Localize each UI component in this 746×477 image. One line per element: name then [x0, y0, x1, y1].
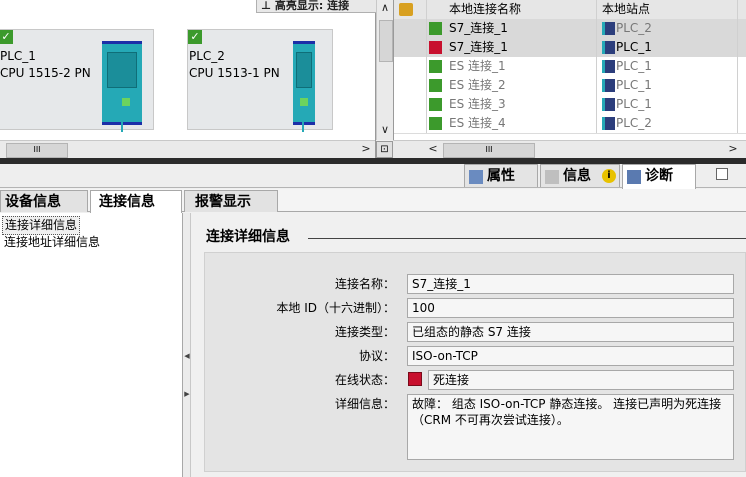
status-column-header[interactable] — [394, 0, 427, 19]
tab-label: 属性 — [487, 168, 515, 184]
connection-table: 本地连接名称 本地站点 S7_连接_1 PLC_2 S7_连接_1 PLC_1 ES 连… — [393, 0, 746, 158]
row-status-cell — [394, 19, 427, 38]
protocol-field: ISO-on-TCP — [407, 346, 734, 366]
scroll-thumb[interactable]: III — [6, 143, 68, 158]
device-name: PLC_2 — [189, 49, 225, 63]
field-label-protocol: 协议： — [358, 349, 395, 363]
online-status-field: 死连接 — [428, 370, 734, 390]
device-cpu: CPU 1515-2 PN — [0, 66, 91, 80]
station-cell: PLC_2 — [598, 19, 738, 38]
station-cell: PLC_1 — [598, 57, 738, 76]
field-label-details: 详细信息： — [334, 397, 395, 411]
field-label-connection-name: 连接名称： — [334, 277, 395, 291]
tab-label: 诊断 — [645, 168, 673, 184]
device-name: PLC_1 — [0, 49, 36, 63]
connection-name-cell: ES 连接_2 — [427, 76, 597, 95]
column-header-station[interactable]: 本地站点 — [598, 0, 738, 19]
info-badge-icon: i — [602, 169, 616, 183]
row-status-cell — [394, 38, 427, 57]
ok-check-icon: ✓ — [0, 30, 13, 44]
row-status-cell — [394, 114, 427, 133]
table-header: 本地连接名称 本地站点 — [394, 0, 746, 20]
station-cell: PLC_1 — [598, 38, 738, 57]
network-vertical-scrollbar[interactable]: ∧ ∨ — [376, 0, 393, 140]
error-status-icon — [408, 372, 422, 386]
connection-name-field: S7_连接_1 — [407, 274, 734, 294]
highlight-mode-label[interactable]: ⊥ 高亮显示: 连接 — [256, 0, 376, 13]
module-screen — [107, 52, 137, 88]
tab-label: 信息 — [563, 168, 591, 184]
pin-icon: ⊥ — [261, 0, 275, 12]
table-row[interactable]: ES 连接_3 PLC_1 — [394, 95, 746, 115]
connection-name-cell: S7_连接_1 — [427, 38, 597, 57]
scroll-left-icon[interactable]: < — [425, 141, 441, 157]
station-cell: PLC_1 — [598, 95, 738, 114]
nav-splitter[interactable]: ◀ ▶ — [183, 213, 191, 477]
local-id-field: 100 — [407, 298, 734, 318]
detail-navigation: 连接详细信息 连接地址详细信息 — [0, 213, 183, 477]
network-port-line — [121, 118, 123, 132]
scroll-thumb[interactable] — [379, 20, 393, 62]
device-cpu: CPU 1513-1 PN — [189, 66, 280, 80]
collapse-left-icon[interactable]: ◀ — [184, 351, 190, 361]
expand-right-icon[interactable]: ▶ — [184, 389, 190, 399]
subtab-device-info[interactable]: 设备信息 — [0, 190, 88, 212]
connection-name-cell: ES 连接_4 — [427, 114, 597, 133]
tab-properties[interactable]: 属性 — [464, 164, 538, 187]
overview-navigation-icon[interactable]: ⊡ — [376, 141, 393, 158]
table-row[interactable]: ES 连接_2 PLC_1 — [394, 76, 746, 96]
plc-module-icon[interactable] — [102, 41, 142, 125]
diagnostics-icon — [627, 170, 641, 184]
table-row[interactable]: S7_连接_1 PLC_1 — [394, 38, 746, 58]
details-field: 故障： 组态 ISO-on-TCP 静态连接。 连接已声明为死连接（CRM 不可… — [407, 394, 734, 460]
connection-name-cell: S7_连接_1 — [427, 19, 597, 38]
properties-icon — [469, 170, 483, 184]
row-status-cell — [394, 57, 427, 76]
info-icon — [545, 170, 559, 184]
nav-item-connection-details[interactable]: 连接详细信息 — [2, 216, 81, 235]
table-row[interactable]: ES 连接_4 PLC_2 — [394, 114, 746, 134]
table-horizontal-scrollbar[interactable]: < III > — [393, 140, 746, 158]
row-status-cell — [394, 95, 427, 114]
tab-diagnostics[interactable]: 诊断 — [622, 164, 696, 189]
nav-item-address-details[interactable]: 连接地址详细信息 — [2, 234, 102, 251]
module-led — [122, 98, 130, 106]
module-led — [300, 98, 308, 106]
row-status-cell — [394, 76, 427, 95]
section-title: 连接详细信息 — [206, 229, 290, 245]
field-label-local-id: 本地 ID（十六进制）： — [276, 301, 395, 315]
plc-module-icon[interactable] — [293, 41, 315, 125]
station-cell: PLC_1 — [598, 76, 738, 95]
table-row[interactable]: ES 连接_1 PLC_1 — [394, 57, 746, 77]
module-screen — [296, 52, 312, 88]
field-label-online-status: 在线状态： — [334, 373, 395, 387]
restore-window-icon[interactable] — [716, 168, 728, 180]
plc-device-card[interactable]: ✓ PLC_1 CPU 1515-2 PN — [0, 29, 154, 132]
scroll-thumb[interactable]: III — [443, 143, 535, 158]
highlight-mode-text: 高亮显示: 连接 — [274, 0, 350, 12]
table-row[interactable]: S7_连接_1 PLC_2 — [394, 19, 746, 39]
plc-device-card[interactable]: ✓ PLC_2 CPU 1513-1 PN — [187, 29, 333, 132]
scroll-up-icon[interactable]: ∧ — [377, 0, 393, 16]
subtab-alarm-display[interactable]: 报警显示 — [184, 190, 278, 212]
ok-check-icon: ✓ — [188, 30, 202, 44]
column-header-name[interactable]: 本地连接名称 — [427, 0, 597, 19]
scroll-down-icon[interactable]: ∨ — [377, 122, 393, 138]
field-label-connection-type: 连接类型： — [334, 325, 395, 339]
station-cell: PLC_2 — [598, 114, 738, 133]
connection-name-cell: ES 连接_3 — [427, 95, 597, 114]
scroll-right-icon[interactable]: > — [358, 141, 374, 157]
status-icon — [399, 3, 413, 16]
connection-type-field: 已组态的静态 S7 连接 — [407, 322, 734, 342]
network-port-line — [302, 118, 304, 132]
section-divider — [308, 238, 746, 239]
network-horizontal-scrollbar[interactable]: III > — [0, 140, 375, 158]
tab-info[interactable]: 信息 i — [540, 164, 620, 187]
connection-name-cell: ES 连接_1 — [427, 57, 597, 76]
scroll-right-icon[interactable]: > — [725, 141, 741, 157]
subtab-connection-info[interactable]: 连接信息 — [90, 190, 182, 213]
